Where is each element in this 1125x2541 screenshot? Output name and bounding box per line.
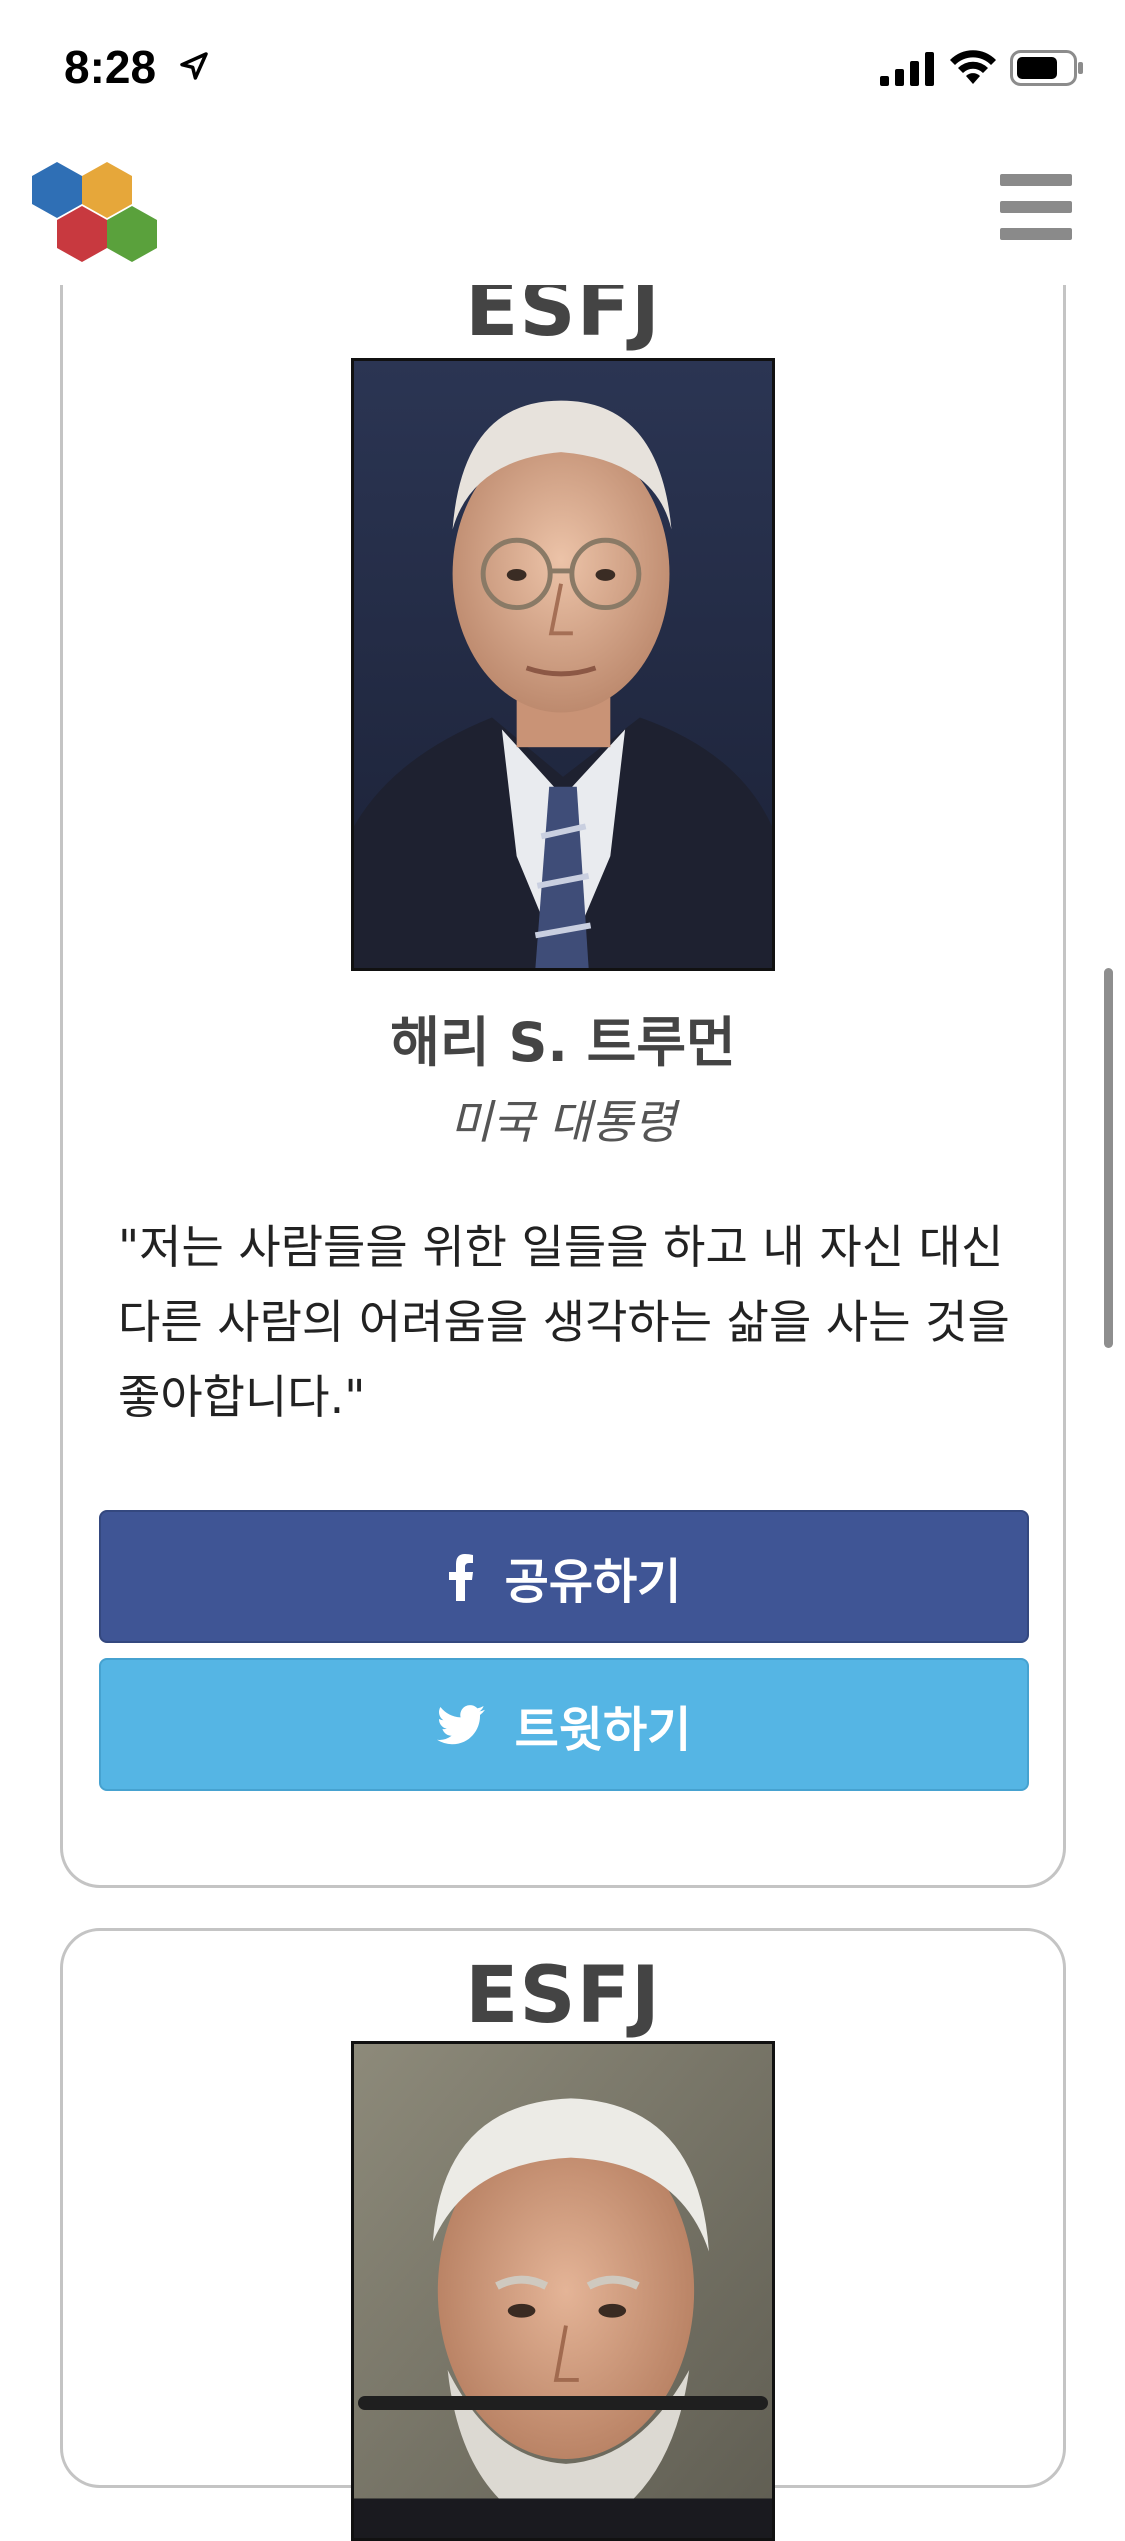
- scrollbar[interactable]: [1104, 968, 1113, 1348]
- portrait-image: [351, 358, 775, 971]
- twitter-tweet-label: 트윗하기: [514, 1701, 692, 1758]
- status-time: 8:28: [64, 41, 157, 93]
- person-title: 미국 대통령: [449, 1095, 677, 1149]
- top-navbar: [0, 140, 1125, 285]
- home-indicator[interactable]: [358, 2396, 768, 2410]
- status-bar: 8:28: [0, 0, 1125, 140]
- person-name: 해리 S. 트루먼: [390, 1011, 736, 1074]
- twitter-tweet-button[interactable]: 트윗하기: [99, 1658, 1029, 1791]
- facebook-share-button[interactable]: 공유하기: [99, 1510, 1029, 1643]
- facebook-icon: [448, 1553, 473, 1601]
- personality-type-label: ESFJ: [465, 1951, 661, 2041]
- hexagon-logo-icon[interactable]: [26, 154, 166, 269]
- wifi-icon: [950, 50, 996, 84]
- facebook-share-label: 공유하기: [504, 1553, 682, 1610]
- hamburger-menu-icon[interactable]: [1000, 174, 1072, 240]
- portrait-image: [351, 2041, 775, 2541]
- battery-icon: [1010, 50, 1083, 86]
- cellular-signal-icon: [880, 52, 934, 86]
- personality-card: ESFJ: [60, 200, 1066, 1888]
- location-arrow-icon: [180, 52, 208, 80]
- quote-text: "저는 사람들을 위한 일들을 하고 내 자신 대신 다른 사람의 어려움을 생…: [118, 1220, 1010, 1424]
- twitter-icon: [436, 1704, 485, 1744]
